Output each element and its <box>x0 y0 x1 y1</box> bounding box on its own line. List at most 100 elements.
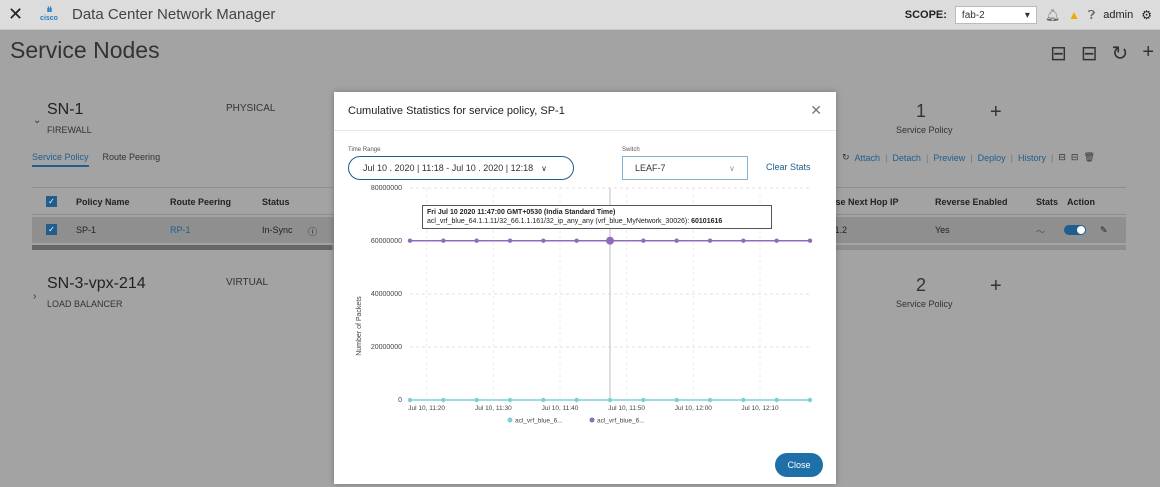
row-checkbox[interactable]: ✓ <box>46 224 57 235</box>
chevron-down-icon[interactable]: ⌄ <box>33 115 41 126</box>
scope-label: SCOPE: <box>904 9 947 21</box>
detach-link[interactable]: Detach <box>892 153 921 163</box>
select-all-checkbox[interactable]: ✓ <box>46 196 57 207</box>
data-point <box>474 238 479 243</box>
y-tick-label: 80000000 <box>371 185 402 192</box>
data-point <box>507 397 513 403</box>
chevron-down-icon: ∨ <box>729 163 735 173</box>
user-name[interactable]: admin <box>1103 9 1133 21</box>
data-point <box>741 238 746 243</box>
preview-link[interactable]: Preview <box>933 153 965 163</box>
data-point <box>807 238 813 243</box>
legend-label: acl_vrf_blue_6... <box>515 418 563 425</box>
switch-value: LEAF-7 <box>635 163 666 173</box>
top-bar: ✕ ıllıllı cisco Data Center Network Mana… <box>0 0 1160 30</box>
tooltip-series: acl_vrf_blue_64.1.1.11/32_66.1.1.161/32_… <box>427 218 690 225</box>
data-point <box>641 397 646 403</box>
help-icon[interactable]: ❓︎ <box>1088 8 1095 23</box>
cisco-logo: ıllıllı cisco <box>34 7 64 23</box>
row-reverse-enabled: Yes <box>935 225 950 235</box>
export-icon[interactable]: ⊟ <box>1071 152 1079 163</box>
chevron-right-icon[interactable]: › <box>33 291 36 302</box>
data-point <box>541 238 546 243</box>
tab-route-peering[interactable]: Route Peering <box>103 152 161 167</box>
stats-chart-icon[interactable]: 〜 <box>1036 225 1045 238</box>
data-point <box>441 397 446 403</box>
x-tick-label: Jul 10, 11:40 <box>542 405 579 412</box>
delete-icon[interactable]: 🗑︎ <box>1083 152 1094 163</box>
page-title: Service Nodes <box>10 37 160 63</box>
legend-marker <box>507 417 513 423</box>
col-next-hop-ip[interactable]: rse Next Hop IP <box>832 197 899 207</box>
scope-value: fab-2 <box>961 9 985 21</box>
import-icon[interactable]: ⊟ <box>1058 152 1066 163</box>
attach-link[interactable]: Attach <box>855 153 881 163</box>
warning-icon[interactable]: ▲ <box>1068 8 1080 22</box>
policy-actions: ↻ Attach | Detach | Preview | Deploy | Histo… <box>842 152 1095 163</box>
data-point <box>741 397 746 403</box>
enable-toggle[interactable] <box>1064 225 1086 235</box>
data-point <box>707 238 713 243</box>
add-policy-icon[interactable]: + <box>990 101 1002 124</box>
refresh-icon[interactable]: ↻ <box>1112 41 1129 66</box>
node-name: SN-1 <box>47 101 84 118</box>
refresh-icon[interactable]: ↻ <box>842 152 850 163</box>
col-action: Action <box>1067 197 1095 207</box>
y-tick-label: 60000000 <box>371 238 402 245</box>
modal-title: Cumulative Statistics for service policy… <box>348 105 565 117</box>
data-point <box>674 238 679 243</box>
export-icon[interactable]: ⊟ <box>1081 41 1098 66</box>
col-reverse-enabled[interactable]: Reverse Enabled <box>935 197 1008 207</box>
x-tick-label: Jul 10, 11:30 <box>475 405 512 412</box>
policy-count: 1 <box>916 101 927 121</box>
modal-divider <box>334 130 836 131</box>
x-tick-label: Jul 10, 11:50 <box>608 405 645 412</box>
x-tick-label: Jul 10, 11:20 <box>408 405 445 412</box>
switch-select[interactable]: LEAF-7 ∨ <box>622 156 748 180</box>
clear-stats-link[interactable]: Clear Stats <box>766 162 811 172</box>
data-point <box>574 238 579 243</box>
switch-label: Switch <box>622 147 640 153</box>
add-icon[interactable]: + <box>1142 41 1154 66</box>
bell-icon[interactable]: 🔔︎ <box>1045 8 1060 22</box>
chart-x-ticks: Jul 10, 11:20 Jul 10, 11:30 Jul 10, 11:40 J… <box>408 405 779 412</box>
data-point <box>606 236 614 245</box>
col-status[interactable]: Status <box>262 197 290 207</box>
col-policy-name[interactable]: Policy Name <box>76 197 130 207</box>
tab-service-policy[interactable]: Service Policy <box>32 152 89 167</box>
time-range-picker[interactable]: Jul 10 . 2020 | 11:18 - Jul 10 . 2020 | … <box>348 156 574 180</box>
col-route-peering[interactable]: Route Peering <box>170 197 231 207</box>
add-policy-icon[interactable]: + <box>990 275 1002 298</box>
data-point <box>774 397 779 403</box>
info-icon[interactable]: ⓘ <box>308 225 317 238</box>
deploy-link[interactable]: Deploy <box>978 153 1006 163</box>
policy-label: Service Policy <box>896 125 953 135</box>
close-icon[interactable]: ✕ <box>810 102 822 119</box>
data-point <box>674 397 679 403</box>
data-point <box>407 397 413 403</box>
scrollbar-thumb[interactable] <box>32 245 332 250</box>
node-tabs: Service Policy Route Peering <box>32 152 160 167</box>
cisco-bars-icon: ıllıllı <box>46 6 52 14</box>
data-point <box>607 397 613 403</box>
row-route-peering-link[interactable]: RP-1 <box>170 225 191 235</box>
time-range-label: Time Range <box>348 147 381 153</box>
time-range-value: Jul 10 . 2020 | 11:18 - Jul 10 . 2020 | … <box>363 163 534 173</box>
close-icon[interactable]: ✕ <box>8 4 30 25</box>
import-icon[interactable]: ⊟ <box>1050 41 1067 66</box>
gear-icon[interactable]: ⚙ <box>1141 8 1152 22</box>
chevron-down-icon: ∨ <box>541 163 547 173</box>
scope-select[interactable]: fab-2 ▾ <box>954 6 1037 24</box>
y-tick-label: 40000000 <box>371 291 402 298</box>
edit-icon[interactable]: ✎ <box>1100 225 1108 236</box>
close-button[interactable]: Close <box>775 453 823 477</box>
data-point <box>441 238 446 243</box>
history-link[interactable]: History <box>1018 153 1046 163</box>
data-point <box>474 397 479 403</box>
chevron-down-icon: ▾ <box>1024 9 1030 21</box>
chart-y-ticks: 80000000 60000000 40000000 20000000 0 <box>371 185 402 404</box>
y-tick-label: 0 <box>398 397 402 404</box>
x-tick-label: Jul 10, 12:10 <box>741 405 779 412</box>
data-point <box>541 397 546 403</box>
policy-count: 2 <box>916 275 927 295</box>
